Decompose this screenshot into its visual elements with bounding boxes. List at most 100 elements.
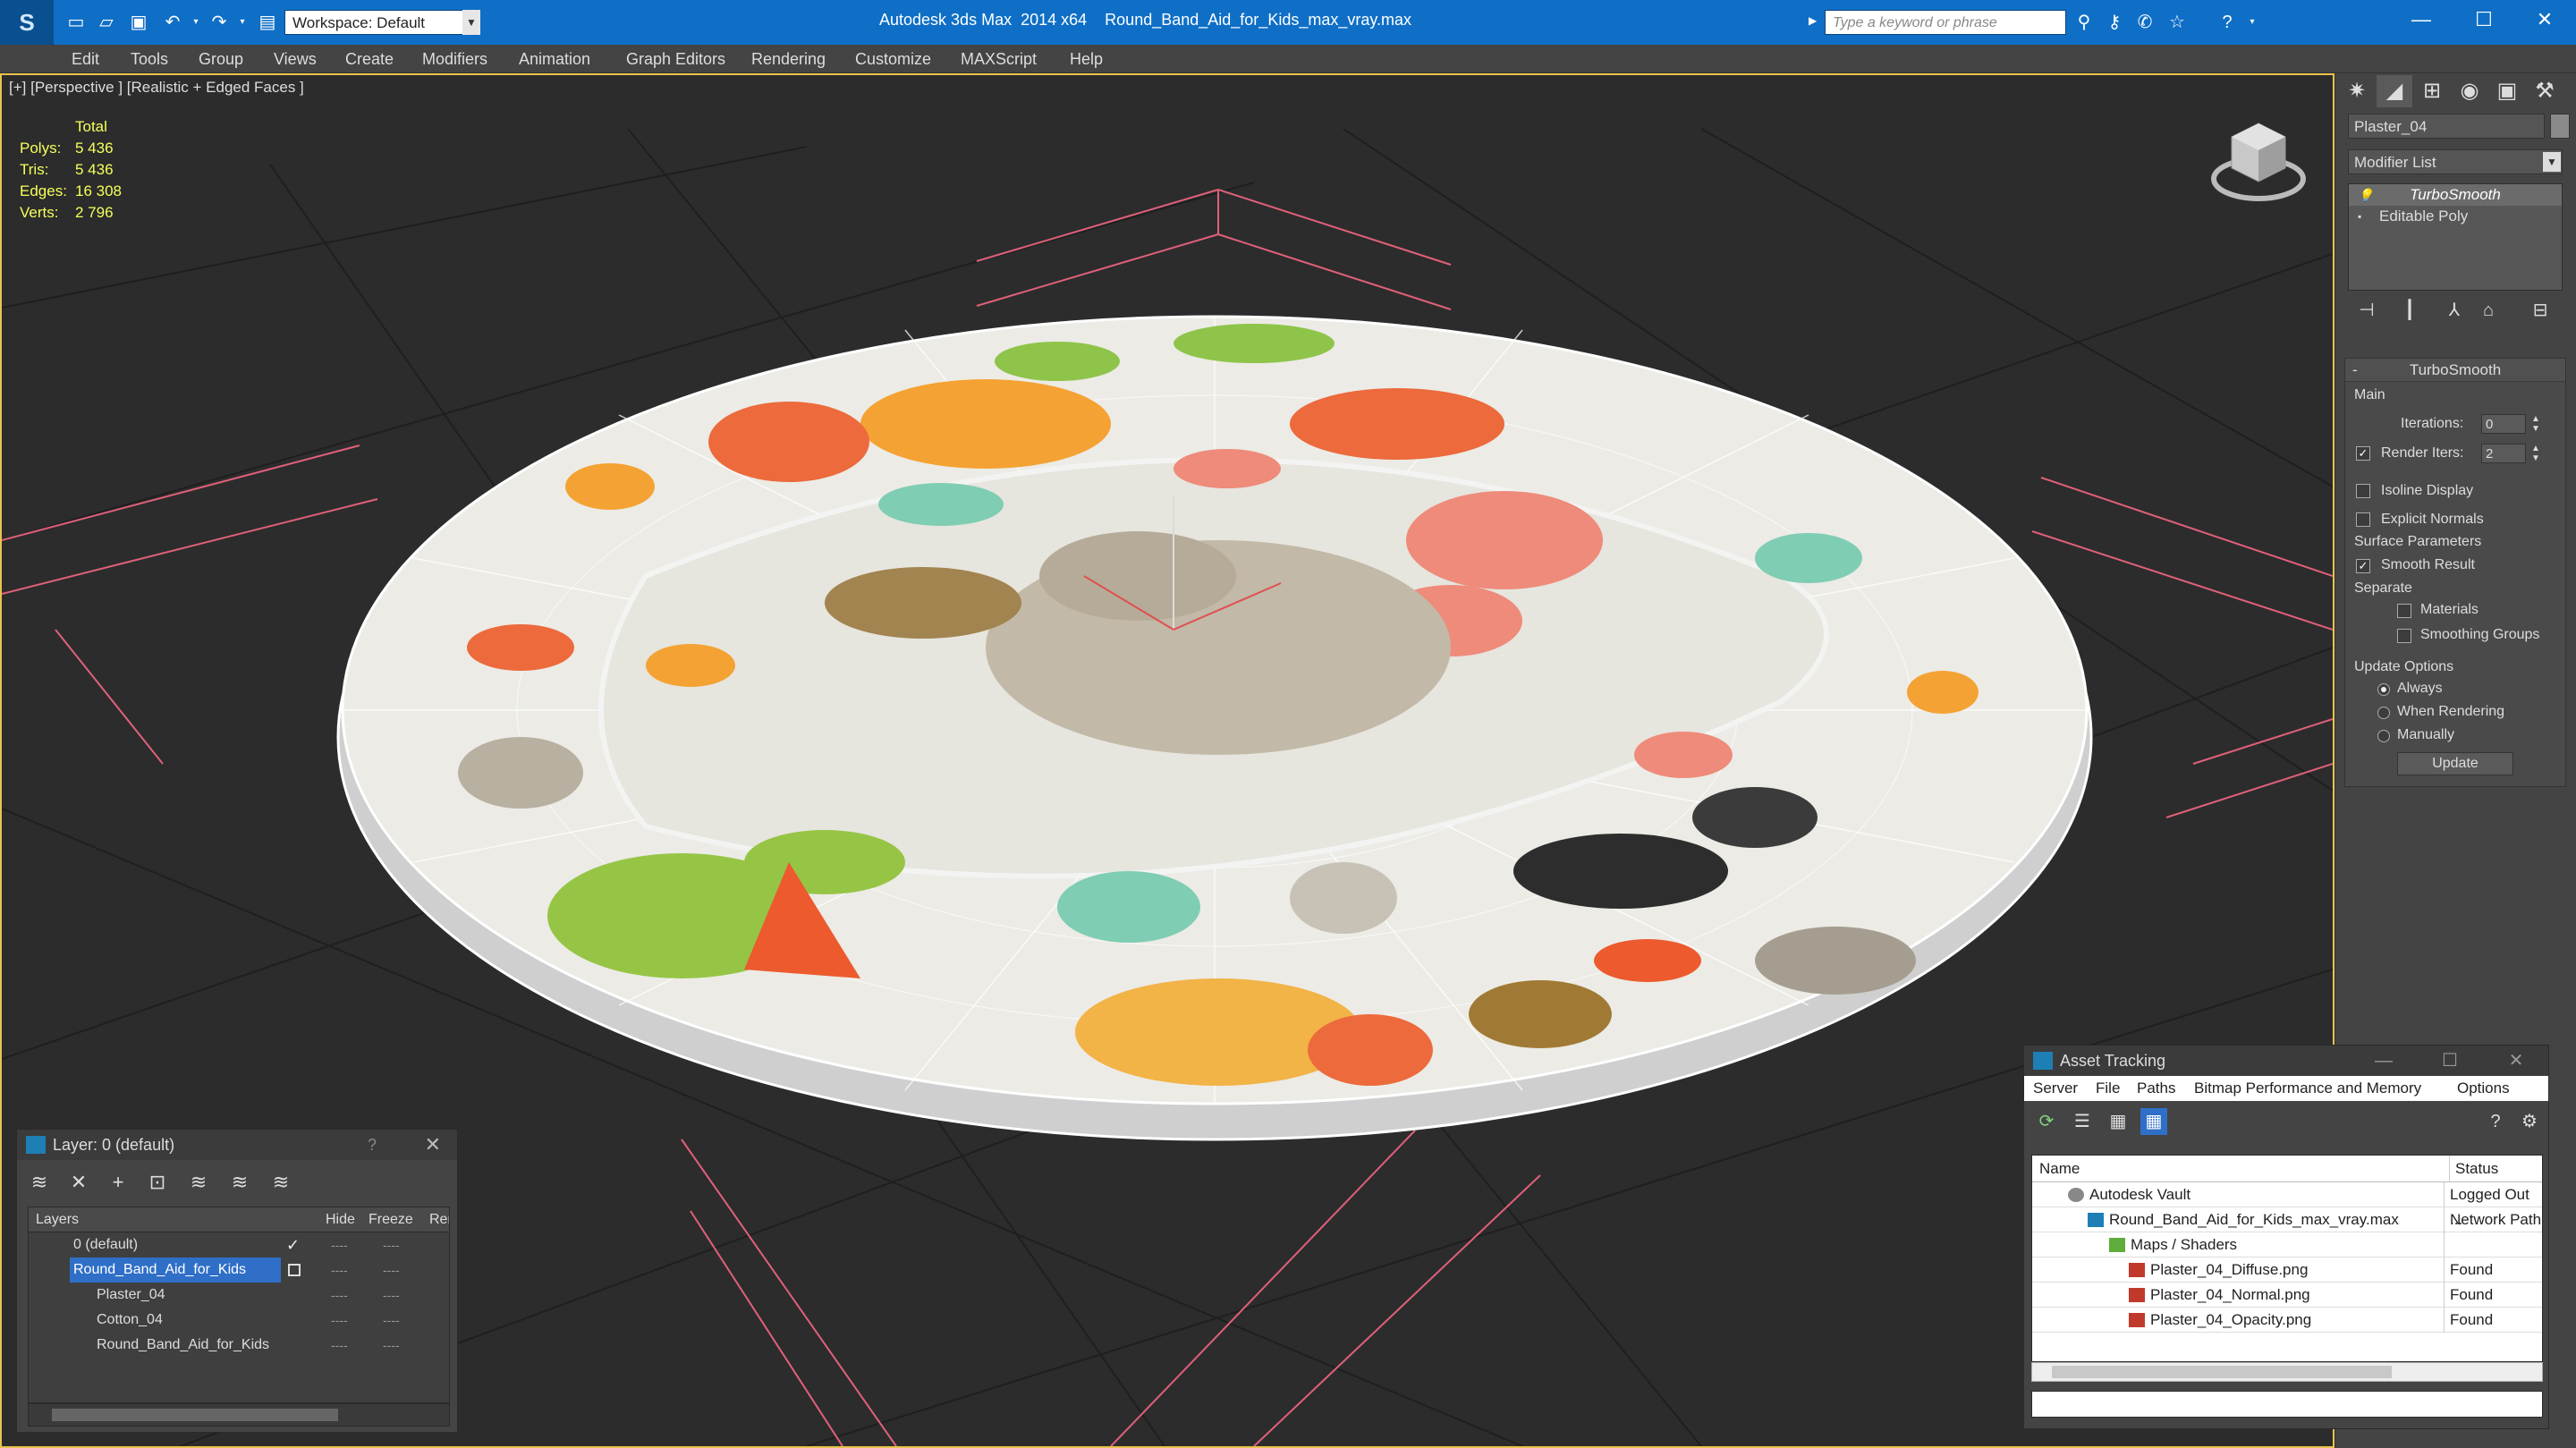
hide-toggle[interactable]: ---- bbox=[331, 1283, 348, 1308]
help-icon[interactable]: ? bbox=[368, 1130, 377, 1160]
layer-name[interactable]: Round_Band_Aid_for_Kids bbox=[70, 1257, 281, 1283]
hide-toggle[interactable]: ---- bbox=[331, 1333, 348, 1358]
select-in-layer-icon[interactable]: ⊡ bbox=[144, 1169, 171, 1196]
object-color-swatch[interactable] bbox=[2550, 114, 2570, 139]
help-dropdown-icon[interactable]: ▾ bbox=[2240, 11, 2265, 34]
menu-group[interactable]: Group bbox=[199, 50, 243, 69]
smoothing-groups-checkbox[interactable] bbox=[2397, 629, 2411, 643]
minimize-button[interactable]: — bbox=[2390, 0, 2453, 39]
menu-edit[interactable]: Edit bbox=[72, 50, 99, 69]
communication-icon[interactable]: ✆ bbox=[2132, 11, 2157, 34]
make-unique-icon[interactable]: ⅄ bbox=[2441, 297, 2468, 324]
menu-bitmap-performance[interactable]: Bitmap Performance and Memory bbox=[2194, 1080, 2421, 1097]
modify-tab-icon[interactable]: ◢ bbox=[2377, 75, 2412, 107]
save-file-icon[interactable]: ▣ bbox=[127, 11, 150, 34]
hide-toggle[interactable]: ---- bbox=[331, 1232, 348, 1257]
close-button[interactable]: ✕ bbox=[2489, 1046, 2543, 1076]
layer-horizontal-scrollbar[interactable] bbox=[28, 1403, 450, 1427]
settings-icon[interactable]: ⚙ bbox=[2516, 1108, 2543, 1135]
redo-dropdown-icon[interactable]: ▾ bbox=[231, 11, 254, 34]
menu-create[interactable]: Create bbox=[345, 50, 394, 69]
scrollbar-thumb[interactable] bbox=[52, 1409, 338, 1421]
workspace-dropdown-arrow-icon[interactable]: ▼ bbox=[462, 10, 480, 35]
menu-help[interactable]: Help bbox=[1070, 50, 1103, 69]
spinner-arrows-icon[interactable]: ▲ ▼ bbox=[2529, 414, 2542, 434]
expand-plus-icon[interactable]: ▪ bbox=[2358, 206, 2361, 227]
maximize-button[interactable]: ☐ bbox=[2453, 0, 2515, 39]
search-input[interactable]: Type a keyword or phrase bbox=[1825, 10, 2066, 35]
viewcube-icon[interactable] bbox=[2209, 114, 2308, 213]
subscription-icon[interactable]: ⚷ bbox=[2102, 11, 2127, 34]
menu-tools[interactable]: Tools bbox=[131, 50, 168, 69]
modifier-list-dropdown[interactable]: Modifier List bbox=[2348, 149, 2563, 174]
render-iters-spinner[interactable]: 2 bbox=[2481, 444, 2526, 463]
new-layer-icon[interactable]: ≋ bbox=[26, 1169, 53, 1196]
object-name[interactable]: Cotton_04 bbox=[97, 1308, 168, 1333]
asset-row[interactable]: Autodesk Vault Logged Out ... bbox=[2032, 1182, 2542, 1228]
app-logo-icon[interactable]: S bbox=[0, 0, 54, 45]
asset-row[interactable]: Plaster_04_Opacity.png Found bbox=[2032, 1308, 2542, 1333]
binoculars-icon[interactable]: ⚲ bbox=[2072, 11, 2097, 34]
menu-paths[interactable]: Paths bbox=[2137, 1080, 2175, 1097]
search-expand-icon[interactable]: ▶ bbox=[1809, 14, 1823, 30]
column-name[interactable]: Name bbox=[2039, 1156, 2080, 1182]
asset-tracking-title-bar[interactable]: Asset Tracking — ☐ ✕ bbox=[2024, 1046, 2548, 1076]
asset-horizontal-scrollbar[interactable] bbox=[2031, 1362, 2543, 1382]
menu-maxscript[interactable]: MAXScript bbox=[961, 50, 1037, 69]
configure-modifier-sets-icon[interactable]: ⊟ bbox=[2527, 297, 2554, 324]
help-icon[interactable]: ? bbox=[2215, 11, 2240, 34]
asset-row[interactable]: Maps / Shaders bbox=[2032, 1232, 2542, 1257]
thumbnail-view-icon[interactable]: ▦ bbox=[2105, 1108, 2131, 1135]
lightbulb-icon[interactable]: 💡 bbox=[2358, 184, 2373, 206]
maximize-button[interactable]: ☐ bbox=[2423, 1046, 2477, 1076]
object-name-field[interactable]: Plaster_04 bbox=[2348, 114, 2545, 139]
show-end-result-icon[interactable]: ┃ bbox=[2396, 297, 2423, 324]
redo-icon[interactable]: ↷ bbox=[208, 11, 231, 34]
delete-layer-icon[interactable]: ✕ bbox=[65, 1169, 92, 1196]
freeze-toggle[interactable]: ---- bbox=[383, 1257, 400, 1283]
undo-dropdown-icon[interactable]: ▾ bbox=[184, 11, 208, 34]
spinner-arrows-icon[interactable]: ▲ ▼ bbox=[2529, 444, 2542, 463]
remove-modifier-icon[interactable]: ⌂ bbox=[2475, 297, 2502, 324]
column-freeze[interactable]: Freeze bbox=[369, 1207, 413, 1232]
refresh-icon[interactable]: ⟳ bbox=[2033, 1108, 2060, 1135]
layer-row[interactable]: Cotton_04 ---- ---- bbox=[29, 1308, 449, 1333]
layer-row[interactable]: Plaster_04 ---- ---- bbox=[29, 1283, 449, 1308]
update-button[interactable]: Update bbox=[2397, 752, 2513, 775]
undo-icon[interactable]: ↶ bbox=[161, 11, 184, 34]
hide-all-layers-icon[interactable]: ≋ bbox=[226, 1169, 253, 1196]
set-current-box-icon[interactable] bbox=[288, 1264, 301, 1276]
add-to-layer-icon[interactable]: + bbox=[105, 1169, 131, 1196]
explicit-normals-checkbox[interactable] bbox=[2356, 512, 2370, 527]
menu-views[interactable]: Views bbox=[274, 50, 317, 69]
manually-radio[interactable] bbox=[2377, 730, 2390, 742]
workspace-dropdown[interactable]: Workspace: Default bbox=[284, 10, 478, 35]
highlight-layer-icon[interactable]: ≋ bbox=[185, 1169, 212, 1196]
iterations-spinner[interactable]: 0 bbox=[2481, 414, 2526, 434]
column-layers[interactable]: Layers bbox=[36, 1207, 79, 1232]
close-icon[interactable]: ✕ bbox=[425, 1130, 441, 1160]
hierarchy-tab-icon[interactable]: ⊞ bbox=[2414, 75, 2450, 107]
menu-animation[interactable]: Animation bbox=[519, 50, 590, 69]
column-status[interactable]: Status bbox=[2449, 1156, 2542, 1182]
hide-toggle[interactable]: ---- bbox=[331, 1308, 348, 1333]
menu-graph-editors[interactable]: Graph Editors bbox=[626, 50, 725, 69]
display-tab-icon[interactable]: ▣ bbox=[2489, 75, 2525, 107]
viewport-label[interactable]: [+] [Perspective ] [Realistic + Edged Fa… bbox=[9, 79, 304, 97]
freeze-toggle[interactable]: ---- bbox=[383, 1283, 400, 1308]
hide-toggle[interactable]: ---- bbox=[331, 1257, 348, 1283]
open-file-icon[interactable]: ▱ bbox=[95, 11, 118, 34]
isoline-display-checkbox[interactable] bbox=[2356, 484, 2370, 498]
freeze-toggle[interactable]: ---- bbox=[383, 1232, 400, 1257]
project-folder-icon[interactable]: ▤ bbox=[256, 11, 279, 34]
menu-options[interactable]: Options bbox=[2457, 1080, 2510, 1097]
smooth-result-checkbox[interactable]: ✓ bbox=[2356, 559, 2370, 573]
modifier-stack[interactable]: 💡 TurboSmooth ▪ Editable Poly bbox=[2348, 183, 2563, 291]
object-name[interactable]: Round_Band_Aid_for_Kids bbox=[97, 1333, 275, 1358]
when-rendering-radio[interactable] bbox=[2377, 707, 2390, 719]
layer-name[interactable]: 0 (default) bbox=[73, 1232, 143, 1257]
column-render[interactable]: Ren bbox=[429, 1207, 449, 1232]
rollout-header[interactable]: - TurboSmooth bbox=[2345, 359, 2565, 382]
freeze-all-layers-icon[interactable]: ≋ bbox=[267, 1169, 294, 1196]
layer-row[interactable]: 0 (default) ✓ ---- ---- bbox=[29, 1232, 449, 1257]
